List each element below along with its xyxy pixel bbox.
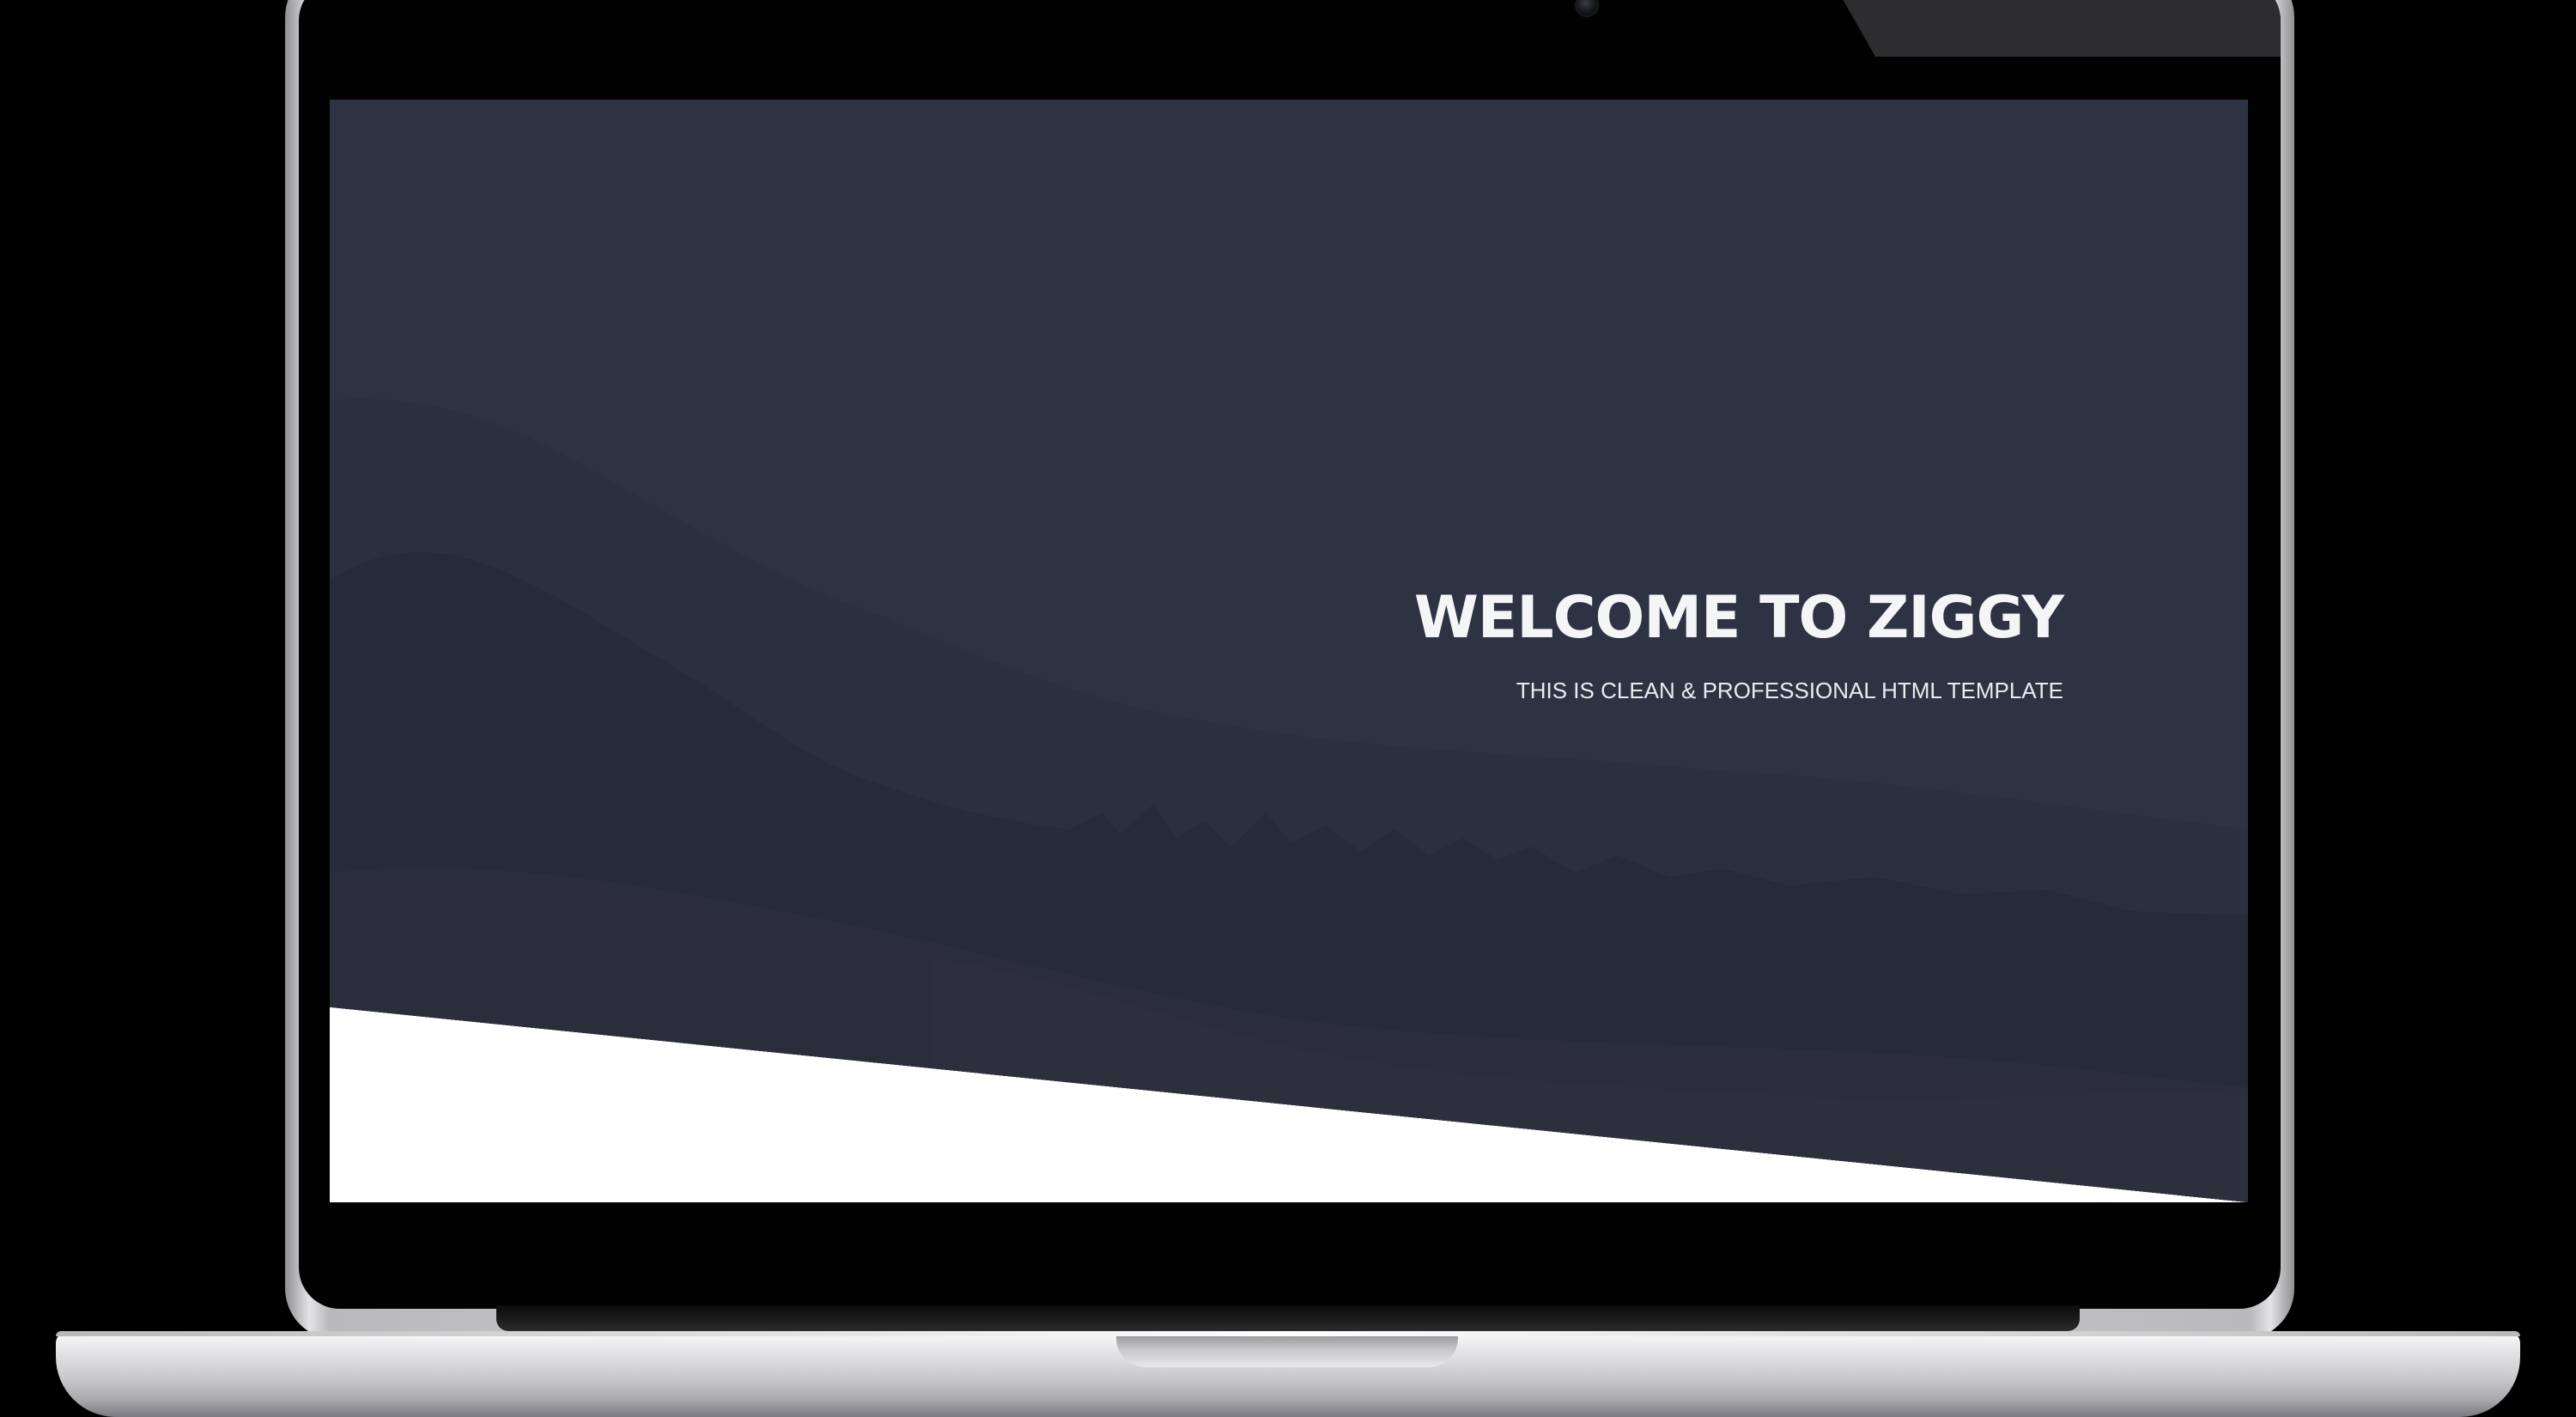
laptop-hinge — [496, 1305, 2080, 1331]
bezel-reflection — [1832, 0, 2281, 57]
laptop-opening-notch — [1116, 1336, 1458, 1367]
hero-text-block: WELCOME TO ZIGGY THIS IS CLEAN & PROFESS… — [1413, 584, 2064, 704]
laptop-screen: WELCOME TO ZIGGY THIS IS CLEAN & PROFESS… — [330, 100, 2248, 1202]
hero-title: WELCOME TO ZIGGY — [1413, 584, 2064, 652]
bezel-reflection-cut — [1855, 57, 2281, 77]
webcam-icon — [1577, 0, 1597, 15]
hero-subtitle: THIS IS CLEAN & PROFESSIONAL HTML TEMPLA… — [1516, 678, 2063, 704]
hero-section: WELCOME TO ZIGGY THIS IS CLEAN & PROFESS… — [330, 100, 2248, 1202]
